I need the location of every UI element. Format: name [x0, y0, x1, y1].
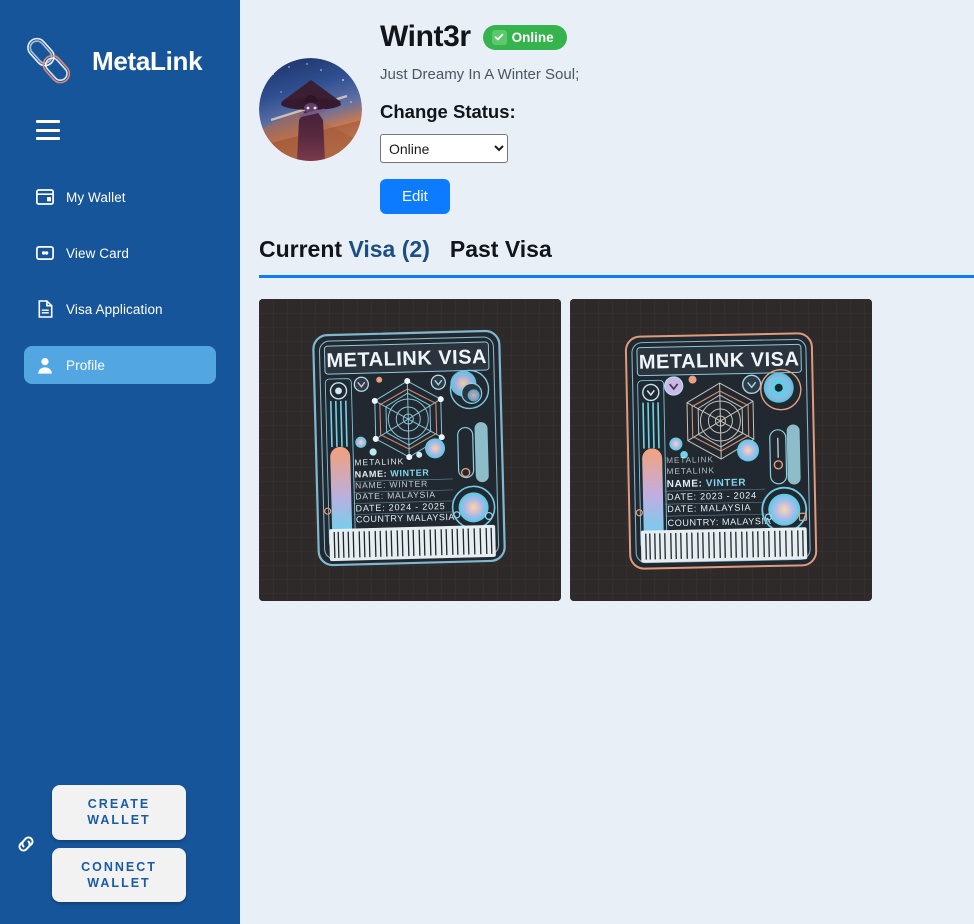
sidebar-item-view-card[interactable]: View Card	[24, 234, 216, 272]
connect-wallet-button[interactable]: CONNECT WALLET	[52, 847, 186, 902]
tab-past-visa[interactable]: Past Visa	[450, 236, 552, 263]
check-icon	[491, 29, 507, 45]
svg-text:NAME: WINTER: NAME: WINTER	[355, 468, 430, 480]
app-root: MetaLink My Wallet View Card Visa Applic…	[0, 0, 974, 924]
hamburger-bar	[36, 120, 60, 123]
status-badge: Online	[482, 24, 567, 50]
sidebar-item-label: Profile	[66, 357, 105, 373]
svg-text:METALINK: METALINK	[666, 465, 715, 476]
status-badge-label: Online	[511, 29, 554, 45]
page-title: Wint3r	[380, 20, 471, 53]
svg-text:METALINK: METALINK	[354, 456, 404, 467]
profile-bio: Just Dreamy In A Winter Soul;	[380, 66, 580, 83]
avatar[interactable]	[259, 58, 362, 161]
svg-text:NAME: VINTER: NAME: VINTER	[667, 477, 747, 490]
document-icon	[24, 300, 66, 318]
status-select[interactable]: Online Offline Away Busy	[380, 134, 508, 163]
profile-header: Wint3r Online Just Dreamy In A Winter So…	[240, 0, 974, 214]
svg-text:DATE: 2023 - 2024: DATE: 2023 - 2024	[667, 490, 757, 502]
change-status-label: Change Status:	[380, 101, 516, 122]
sidebar-item-label: Visa Application	[66, 301, 163, 317]
visa-card[interactable]: METALINK VISA	[259, 299, 561, 601]
tab-current-visa-count: Visa (2)	[348, 236, 430, 262]
hamburger-bar	[36, 137, 60, 140]
hamburger-menu-icon[interactable]	[36, 120, 60, 140]
sidebar-item-label: My Wallet	[66, 189, 126, 205]
name-row: Wint3r Online	[380, 20, 579, 54]
sidebar-item-label: View Card	[66, 245, 129, 261]
tab-list: Current Visa (2) Past Visa	[259, 236, 974, 263]
tab-current-visa[interactable]: Current Visa (2)	[259, 236, 430, 263]
sidebar-item-profile[interactable]: Profile	[24, 346, 216, 384]
profile-info: Wint3r Online Just Dreamy In A Winter So…	[380, 14, 579, 214]
edit-button[interactable]: Edit	[380, 179, 450, 214]
wallet-section: CREATE WALLET CONNECT WALLET	[0, 785, 240, 902]
tab-current-visa-prefix: Current	[259, 236, 343, 262]
sidebar: MetaLink My Wallet View Card Visa Applic…	[0, 0, 240, 924]
user-icon	[24, 357, 66, 374]
wallet-buttons: CREATE WALLET CONNECT WALLET	[52, 785, 186, 902]
chain-link-logo-icon	[18, 30, 80, 92]
brand[interactable]: MetaLink	[0, 0, 240, 92]
sidebar-item-my-wallet[interactable]: My Wallet	[24, 178, 216, 216]
hamburger-bar	[36, 128, 60, 132]
credit-card-icon	[24, 246, 66, 260]
svg-text:METALINK: METALINK	[666, 455, 714, 465]
sidebar-nav: My Wallet View Card Visa Application Pro…	[0, 178, 240, 402]
visa-card[interactable]: METALINK VISA	[570, 299, 872, 601]
sidebar-item-visa-application[interactable]: Visa Application	[24, 290, 216, 328]
chain-link-icon	[0, 832, 52, 856]
visa-tabs-section: Current Visa (2) Past Visa	[240, 236, 974, 278]
create-wallet-button[interactable]: CREATE WALLET	[52, 785, 186, 840]
svg-text:METALINK VISA: METALINK VISA	[326, 346, 487, 372]
main-content: Wint3r Online Just Dreamy In A Winter So…	[240, 0, 974, 924]
visa-card-grid: METALINK VISA METALINK NAME: WINTER NAME…	[240, 278, 974, 601]
wallet-icon	[24, 189, 66, 205]
brand-name: MetaLink	[92, 45, 203, 76]
